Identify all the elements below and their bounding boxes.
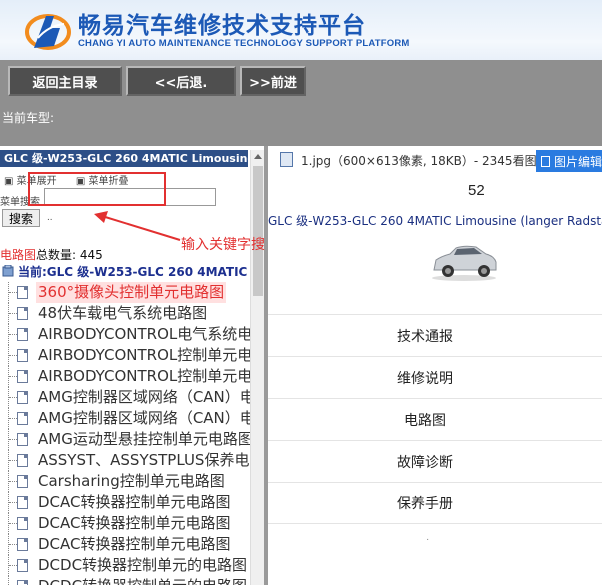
tree-item[interactable]: 48伏车载电气系统电路图 (0, 303, 250, 324)
diagram-tree: 360°摄像头控制单元电路图 48伏车载电气系统电路图 AIRBODYCONTR… (0, 282, 264, 585)
tree-item[interactable]: DCDC转换器控制单元的电路图 (0, 555, 250, 576)
document-icon (17, 538, 28, 551)
tree-item[interactable]: ASSYST、ASSYSTPLUS保养电路图 (0, 450, 264, 471)
tree-item[interactable]: 360°摄像头控制单元电路图 (0, 282, 250, 303)
left-panel-title: GLC 级-W253-GLC 260 4MATIC Limousine (la (0, 150, 248, 167)
tree-item[interactable]: Carsharing控制单元电路图 (0, 471, 250, 492)
document-icon (17, 391, 28, 404)
page-number: 52 (468, 182, 485, 199)
tree-item[interactable]: DCAC转换器控制单元电路图 (0, 513, 250, 534)
tree-item[interactable]: AIRBODYCONTROL控制单元电路图 (0, 345, 264, 366)
model-name: GLC 级-W253-GLC 260 4MATIC Limousine (lan… (268, 214, 602, 228)
document-icon (17, 370, 28, 383)
home-button[interactable]: 返回主目录 (8, 66, 122, 96)
tree-item[interactable]: AIRBODYCONTROL控制单元电路图 (0, 366, 264, 387)
toolbar: 返回主目录 <<后退. >>前进 (0, 60, 602, 102)
left-scrollbar[interactable] (250, 150, 264, 585)
document-icon (17, 496, 28, 509)
tree-item[interactable]: DCDC转换器控制单元的电路图 (0, 576, 250, 585)
current-model-label: 当前车型: (2, 111, 55, 125)
scroll-up-icon[interactable] (254, 154, 262, 159)
document-icon (17, 475, 28, 488)
menu-maintenance-manual[interactable]: 保养手册 (268, 482, 602, 524)
annotation-arrow-icon (94, 211, 181, 241)
tree-item[interactable]: AMG运动型悬挂控制单元电路图 (0, 429, 253, 450)
document-icon (17, 307, 28, 320)
document-icon (17, 328, 28, 341)
document-icon (17, 286, 28, 299)
right-panel: 1.jpg（600×613像素, 18KB）- 2345看图王 图片编辑 52 … (268, 146, 602, 585)
search-dots: .. (47, 212, 53, 223)
highlight-box (28, 172, 166, 206)
tree-item[interactable]: AMG控制器区域网络（CAN）电路图 (0, 387, 264, 408)
document-icon (17, 349, 28, 362)
tree-item[interactable]: AIRBODYCONTROL电气系统电路图 (0, 324, 264, 345)
current-node[interactable]: 当前:GLC 级-W253-GLC 260 4MATIC (2, 263, 247, 280)
back-button[interactable]: <<后退. (126, 66, 236, 96)
diagram-count: 电路图总数量: 445 (0, 248, 103, 262)
document-icon (17, 454, 28, 467)
image-edit-button[interactable]: 图片编辑 (536, 150, 602, 172)
document-icon (17, 517, 28, 530)
trailing-dot: · (426, 534, 430, 545)
car-image (432, 245, 497, 281)
folder-icon (2, 265, 14, 277)
document-icon (17, 412, 28, 425)
search-button[interactable]: 搜索 (2, 209, 40, 227)
forward-button[interactable]: >>前进 (240, 66, 306, 96)
menu-fault-diagnosis[interactable]: 故障诊断 (268, 440, 602, 482)
logo-icon (25, 14, 71, 50)
file-caption: 1.jpg（600×613像素, 18KB）- 2345看图王 (301, 154, 549, 168)
menu-technical-bulletins[interactable]: 技术通报 (268, 314, 602, 356)
app-header: 畅易汽车维修技术支持平台 CHANG YI AUTO MAINTENANCE T… (0, 0, 602, 60)
status-bar: 当前车型: (0, 102, 602, 146)
image-edit-icon (541, 155, 550, 167)
menu-wiring-diagrams[interactable]: 电路图 (268, 398, 602, 440)
tree-item[interactable]: DCAC转换器控制单元电路图 (0, 492, 250, 513)
scroll-thumb[interactable] (253, 166, 263, 296)
document-icon (17, 559, 28, 572)
menu-repair-instructions[interactable]: 维修说明 (268, 356, 602, 398)
brand-subtitle: CHANG YI AUTO MAINTENANCE TECHNOLOGY SUP… (78, 38, 410, 49)
viewer-titlebar: 1.jpg（600×613像素, 18KB）- 2345看图王 图片编辑 (268, 146, 602, 176)
tree-item[interactable]: AMG控制器区域网络（CAN）电路图 (0, 408, 264, 429)
document-icon (17, 433, 28, 446)
tree-item[interactable]: DCAC转换器控制单元电路图 (0, 534, 250, 555)
brand-title: 畅易汽车维修技术支持平台 (78, 13, 366, 39)
document-icon (17, 580, 28, 585)
image-file-icon (280, 152, 293, 167)
service-menu: 技术通报 维修说明 电路图 故障诊断 保养手册 (268, 314, 602, 524)
